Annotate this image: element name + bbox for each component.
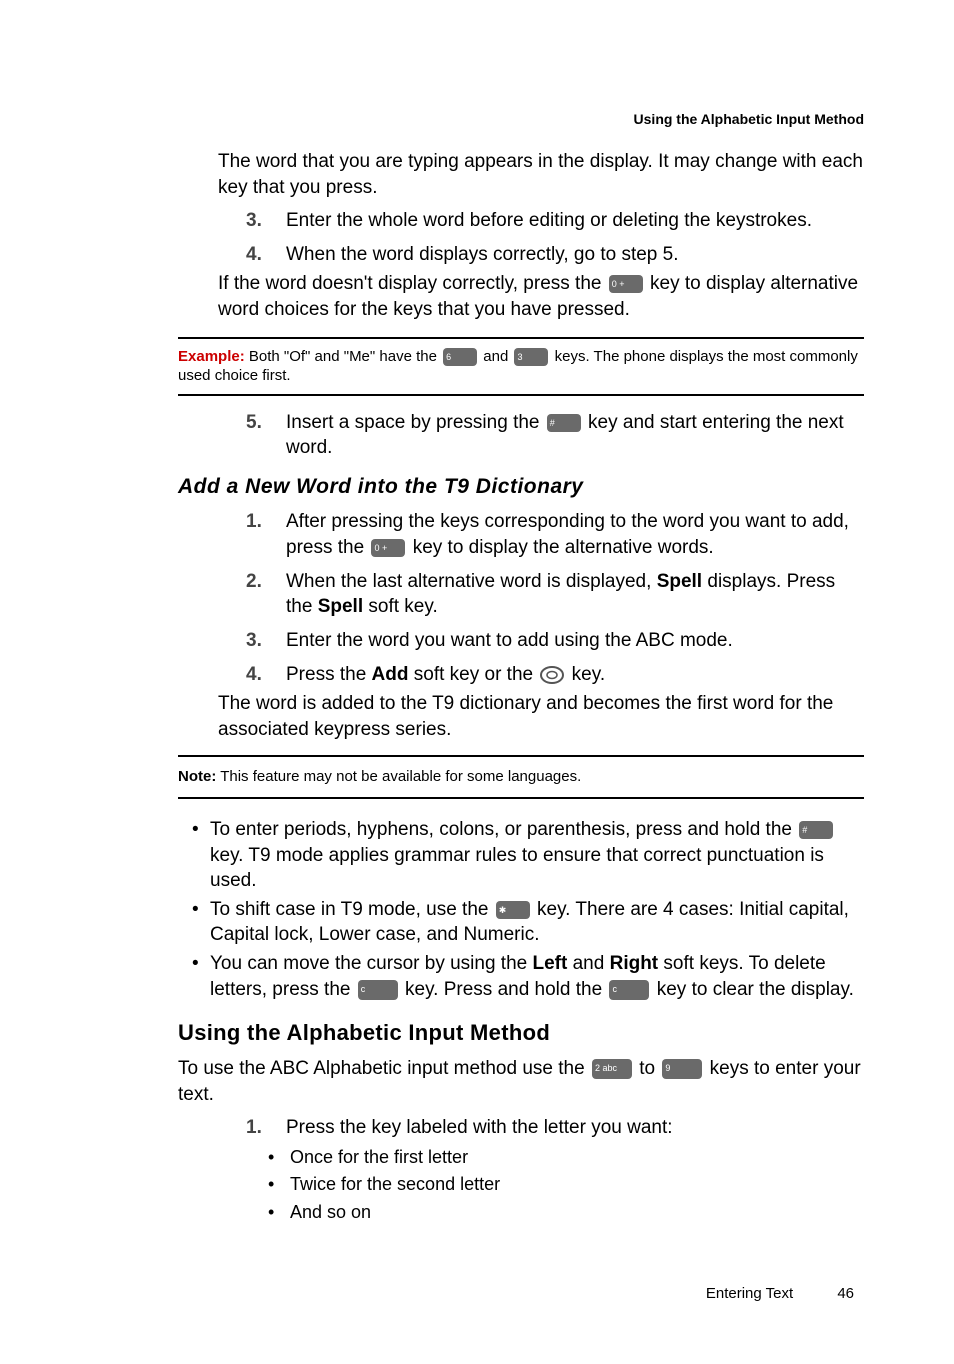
text-fragment: If the word doesn't display correctly, p… xyxy=(218,273,607,294)
note-label: Note: xyxy=(178,768,216,785)
bullet-marker: • xyxy=(268,1172,290,1196)
bullet-marker: • xyxy=(268,1145,290,1169)
clear-key-icon: c xyxy=(609,980,649,1000)
dict-step-4: 4. Press the Add soft key or the key. xyxy=(246,662,864,688)
intro-continuation: The word that you are typing appears in … xyxy=(218,149,864,200)
footer-page-number: 46 xyxy=(837,1285,854,1302)
two-key-icon: 2 abc xyxy=(592,1059,632,1079)
bullet-text: Twice for the second letter xyxy=(290,1172,864,1196)
six-key-icon: 6 xyxy=(443,348,477,366)
text-fragment: key. T9 mode applies grammar rules to en… xyxy=(210,845,824,892)
step-number: 4. xyxy=(246,242,286,268)
subheading-t9-dictionary: Add a New Word into the T9 Dictionary xyxy=(178,473,864,501)
step-4-extra: If the word doesn't display correctly, p… xyxy=(218,271,864,322)
text-fragment: To shift case in T9 mode, use the xyxy=(210,899,494,920)
bullet-item: • To enter periods, hyphens, colons, or … xyxy=(192,817,864,894)
bold-text: Spell xyxy=(318,596,363,617)
text-fragment: When the last alternative word is displa… xyxy=(286,571,657,592)
text-fragment: key to clear the display. xyxy=(651,979,853,1000)
bullet-marker: • xyxy=(192,897,210,948)
zero-key-icon: 0 + xyxy=(371,539,405,557)
step-number: 3. xyxy=(246,628,286,654)
step-number: 1. xyxy=(246,509,286,560)
bullet-text: You can move the cursor by using the Lef… xyxy=(210,951,864,1002)
clear-key-icon: c xyxy=(358,980,398,1000)
step-number: 3. xyxy=(246,208,286,234)
step-text: Press the key labeled with the letter yo… xyxy=(286,1115,864,1141)
note-text: This feature may not be available for so… xyxy=(216,768,581,785)
bullet-text: To enter periods, hyphens, colons, or pa… xyxy=(210,817,864,894)
section-heading-alpha: Using the Alphabetic Input Method xyxy=(178,1018,864,1048)
text-fragment: and xyxy=(479,348,512,365)
example-block: Example: Both "Of" and "Me" have the 6 a… xyxy=(178,337,864,396)
step-text: Press the Add soft key or the key. xyxy=(286,662,864,688)
bullet-marker: • xyxy=(192,951,210,1002)
bullet-text: Once for the first letter xyxy=(290,1145,864,1169)
text-fragment: and xyxy=(567,953,609,974)
step-number: 2. xyxy=(246,569,286,620)
nested-bullet: • And so on xyxy=(268,1200,864,1224)
star-key-icon: ✱ xyxy=(496,901,530,919)
bullet-marker: • xyxy=(192,817,210,894)
text-fragment: Press the xyxy=(286,664,372,685)
nested-bullet: • Once for the first letter xyxy=(268,1145,864,1169)
bullet-item: • To shift case in T9 mode, use the ✱ ke… xyxy=(192,897,864,948)
page-footer: Entering Text 46 xyxy=(178,1284,864,1304)
center-key-icon xyxy=(540,662,564,688)
step-number: 4. xyxy=(246,662,286,688)
step-text: When the word displays correctly, go to … xyxy=(286,242,864,268)
step-3: 3. Enter the whole word before editing o… xyxy=(246,208,864,234)
text-fragment: To enter periods, hyphens, colons, or pa… xyxy=(210,819,797,840)
alpha-intro: To use the ABC Alphabetic input method u… xyxy=(178,1056,864,1107)
bold-text: Spell xyxy=(657,571,702,592)
bold-text: Right xyxy=(610,953,659,974)
example-label: Example: xyxy=(178,348,245,365)
hash-key-icon: # xyxy=(547,414,581,432)
text-fragment: key. Press and hold the xyxy=(400,979,608,1000)
dict-step-3: 3. Enter the word you want to add using … xyxy=(246,628,864,654)
text-fragment: key. xyxy=(566,664,605,685)
dict-step-1: 1. After pressing the keys corresponding… xyxy=(246,509,864,560)
note-block: Note: This feature may not be available … xyxy=(178,755,864,799)
step-text: Insert a space by pressing the # key and… xyxy=(286,410,864,461)
bold-text: Add xyxy=(372,664,409,685)
bold-text: Left xyxy=(533,953,568,974)
text-fragment: To use the ABC Alphabetic input method u… xyxy=(178,1058,590,1079)
zero-key-icon: 0 + xyxy=(609,275,643,293)
step-text: When the last alternative word is displa… xyxy=(286,569,864,620)
text-fragment: to xyxy=(634,1058,660,1079)
bullet-marker: • xyxy=(268,1200,290,1224)
footer-section: Entering Text xyxy=(706,1285,793,1302)
nine-key-icon: 9 xyxy=(662,1059,702,1079)
step-text: Enter the whole word before editing or d… xyxy=(286,208,864,234)
hash-key-icon: # xyxy=(799,821,833,839)
step-text: After pressing the keys corresponding to… xyxy=(286,509,864,560)
dict-step-2: 2. When the last alternative word is dis… xyxy=(246,569,864,620)
nested-bullet: • Twice for the second letter xyxy=(268,1172,864,1196)
step-number: 5. xyxy=(246,410,286,461)
bullet-text: To shift case in T9 mode, use the ✱ key.… xyxy=(210,897,864,948)
step-text: Enter the word you want to add using the… xyxy=(286,628,864,654)
text-fragment: soft key or the xyxy=(408,664,538,685)
three-key-icon: 3 xyxy=(514,348,548,366)
text-fragment: soft key. xyxy=(363,596,438,617)
step-4: 4. When the word displays correctly, go … xyxy=(246,242,864,268)
step-number: 1. xyxy=(246,1115,286,1141)
text-fragment: You can move the cursor by using the xyxy=(210,953,533,974)
text-fragment: Both "Of" and "Me" have the xyxy=(245,348,441,365)
step-5: 5. Insert a space by pressing the # key … xyxy=(246,410,864,461)
bullet-item: • You can move the cursor by using the L… xyxy=(192,951,864,1002)
bullet-text: And so on xyxy=(290,1200,864,1224)
alpha-step-1: 1. Press the key labeled with the letter… xyxy=(246,1115,864,1141)
text-fragment: Insert a space by pressing the xyxy=(286,412,545,433)
dict-step-4-extra: The word is added to the T9 dictionary a… xyxy=(218,691,864,742)
text-fragment: key to display the alternative words. xyxy=(407,537,713,558)
page-header: Using the Alphabetic Input Method xyxy=(178,110,864,129)
